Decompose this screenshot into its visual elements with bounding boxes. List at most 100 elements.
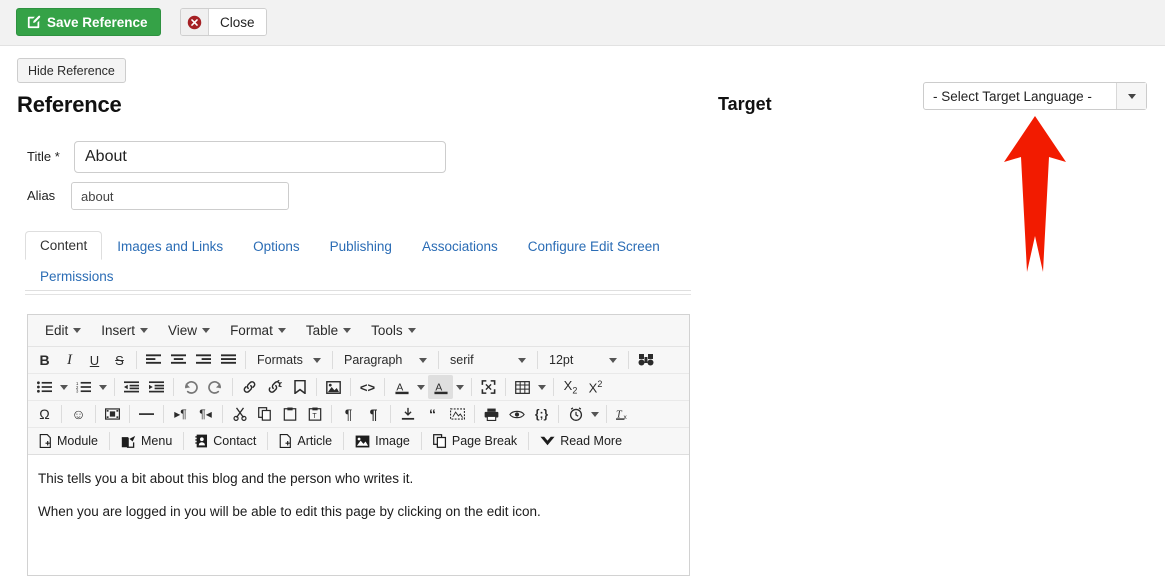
tab-publishing[interactable]: Publishing: [315, 232, 407, 260]
align-right-icon[interactable]: [191, 348, 216, 372]
blockquote-icon[interactable]: “: [420, 402, 445, 426]
chevron-down-icon: [518, 357, 526, 363]
insert-menu-button[interactable]: Menu: [114, 429, 179, 453]
svg-text:T: T: [312, 413, 317, 420]
insert-article-button[interactable]: Article: [272, 429, 339, 453]
indent-icon[interactable]: [144, 375, 169, 399]
chevron-down-icon[interactable]: [1116, 83, 1146, 109]
hide-reference-button[interactable]: Hide Reference: [17, 58, 126, 83]
insert-module-button[interactable]: Module: [32, 429, 105, 453]
tab-content[interactable]: Content: [25, 231, 103, 260]
table-icon[interactable]: [510, 375, 535, 399]
rtl-icon[interactable]: ¶◂: [193, 402, 218, 426]
tab-configure-edit-screen[interactable]: Configure Edit Screen: [513, 232, 675, 260]
align-center-icon[interactable]: [166, 348, 191, 372]
strikethrough-icon[interactable]: S: [107, 348, 132, 372]
source-code-icon[interactable]: <>: [355, 375, 380, 399]
superscript-icon[interactable]: X2: [583, 375, 608, 399]
template-icon[interactable]: [395, 402, 420, 426]
title-input[interactable]: [74, 141, 446, 173]
font-family-dropdown[interactable]: serif: [443, 349, 533, 372]
text-color-chevron-icon[interactable]: [414, 375, 428, 399]
unlink-icon[interactable]: [262, 375, 287, 399]
insert-menu-label: Menu: [141, 434, 173, 448]
hide-reference-label: Hide Reference: [28, 63, 115, 78]
editor-content-area[interactable]: This tells you a bit about this blog and…: [28, 455, 689, 523]
insert-read-more-button[interactable]: Read More: [533, 429, 629, 453]
text-color-icon[interactable]: A: [389, 375, 414, 399]
subscript-icon[interactable]: X2: [558, 375, 583, 399]
numbered-list-chevron-icon[interactable]: [96, 375, 110, 399]
fullscreen-icon[interactable]: [476, 375, 501, 399]
menu-view[interactable]: View: [159, 319, 219, 342]
menu-insert[interactable]: Insert: [92, 319, 157, 342]
italic-icon[interactable]: I: [57, 348, 82, 372]
insert-datetime-icon[interactable]: [563, 402, 588, 426]
svg-text:3: 3: [76, 389, 79, 393]
emoticon-icon[interactable]: ☺: [66, 402, 91, 426]
editor-menubar: Edit Insert View Format Table Tools: [28, 315, 689, 347]
menu-format[interactable]: Format: [221, 319, 295, 342]
insert-image-icon[interactable]: [321, 375, 346, 399]
special-character-icon[interactable]: Ω: [32, 402, 57, 426]
outdent-icon[interactable]: [119, 375, 144, 399]
menu-view-label: View: [168, 323, 198, 338]
clear-formatting-icon[interactable]: Tx: [611, 402, 636, 426]
alias-input[interactable]: [71, 182, 289, 210]
numbered-list-icon[interactable]: 123: [71, 375, 96, 399]
bullet-list-chevron-icon[interactable]: [57, 375, 71, 399]
tab-images-and-links[interactable]: Images and Links: [102, 232, 238, 260]
bold-icon[interactable]: B: [32, 348, 57, 372]
save-reference-button[interactable]: Save Reference: [16, 8, 161, 36]
show-blocks-icon[interactable]: ¶: [336, 402, 361, 426]
menu-format-label: Format: [230, 323, 273, 338]
insert-page-break-button[interactable]: Page Break: [426, 429, 524, 453]
undo-icon[interactable]: [178, 375, 203, 399]
print-icon[interactable]: [479, 402, 504, 426]
menu-tools[interactable]: Tools: [362, 319, 425, 342]
tab-associations[interactable]: Associations: [407, 232, 513, 260]
insert-video-icon[interactable]: [100, 402, 125, 426]
tabs-divider: [25, 294, 691, 295]
font-size-dropdown[interactable]: 12pt: [542, 349, 624, 372]
up-arrow-annotation: [1000, 114, 1070, 274]
cut-icon[interactable]: [227, 402, 252, 426]
ltr-icon[interactable]: ▸¶: [168, 402, 193, 426]
preview-icon[interactable]: [504, 402, 529, 426]
tabs-row-secondary: Permissions: [25, 259, 691, 290]
tab-permissions[interactable]: Permissions: [25, 262, 129, 290]
save-reference-label: Save Reference: [47, 14, 148, 30]
code-sample-icon[interactable]: {;}: [529, 402, 554, 426]
background-color-icon[interactable]: A: [428, 375, 453, 399]
page-break-icon: [432, 434, 446, 448]
font-size-value: 12pt: [549, 353, 574, 367]
underline-icon[interactable]: U: [82, 348, 107, 372]
align-justify-icon[interactable]: [216, 348, 241, 372]
visual-chars-icon[interactable]: ¶: [361, 402, 386, 426]
tab-options-label: Options: [253, 239, 300, 254]
bullet-list-icon[interactable]: [32, 375, 57, 399]
formats-dropdown[interactable]: Formats: [250, 349, 328, 372]
visual-aid-icon[interactable]: [445, 402, 470, 426]
insert-datetime-chevron-icon[interactable]: [588, 402, 602, 426]
chevron-down-icon: [313, 357, 321, 363]
align-left-icon[interactable]: [141, 348, 166, 372]
menu-table[interactable]: Table: [297, 319, 360, 342]
close-button[interactable]: Close: [180, 8, 267, 36]
insert-image-button[interactable]: Image: [348, 429, 417, 453]
paste-text-icon[interactable]: T: [302, 402, 327, 426]
anchor-icon[interactable]: [287, 375, 312, 399]
paste-icon[interactable]: [277, 402, 302, 426]
block-format-dropdown[interactable]: Paragraph: [337, 349, 434, 372]
tab-options[interactable]: Options: [238, 232, 315, 260]
insert-contact-button[interactable]: Contact: [188, 429, 263, 453]
horizontal-rule-icon[interactable]: [134, 402, 159, 426]
link-icon[interactable]: [237, 375, 262, 399]
copy-icon[interactable]: [252, 402, 277, 426]
redo-icon[interactable]: [203, 375, 228, 399]
menu-edit[interactable]: Edit: [36, 319, 90, 342]
binoculars-search-icon[interactable]: [633, 348, 658, 372]
table-chevron-icon[interactable]: [535, 375, 549, 399]
background-color-chevron-icon[interactable]: [453, 375, 467, 399]
target-language-select[interactable]: - Select Target Language -: [923, 82, 1147, 110]
